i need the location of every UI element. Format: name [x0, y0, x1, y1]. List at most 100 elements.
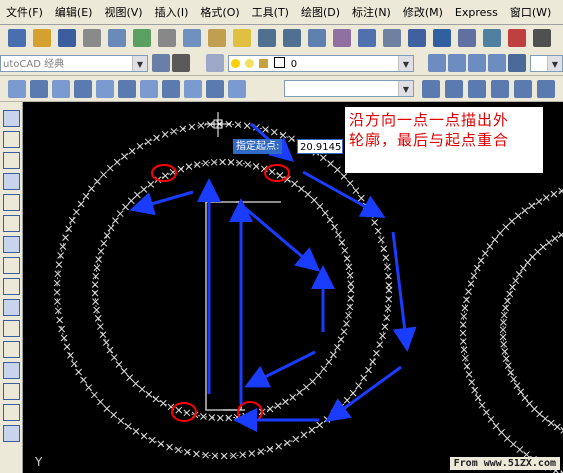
region-icon[interactable] [3, 404, 20, 421]
toolpalettes-icon[interactable] [458, 29, 476, 47]
menu-item[interactable]: 插入(I) [149, 4, 195, 20]
undo-icon[interactable] [258, 29, 276, 47]
layer-previous-icon[interactable] [448, 54, 466, 72]
workspace-toolbar: utoCAD 经典 ▼ 0 ▼ ▼ [0, 52, 563, 76]
layer-combo[interactable]: 0 ▼ [228, 55, 414, 72]
menu-item[interactable]: 工具(T) [246, 4, 295, 20]
menu-item[interactable]: Express [449, 6, 504, 19]
point-markers [151, 164, 290, 423]
view-3d-icon[interactable] [118, 80, 136, 98]
workspace-combo[interactable]: utoCAD 经典 ▼ [0, 55, 148, 72]
zoom-window-icon[interactable] [358, 29, 376, 47]
polygon-icon[interactable] [3, 173, 20, 190]
paste-icon[interactable] [208, 29, 226, 47]
line-icon[interactable] [3, 110, 20, 127]
chevron-down-icon[interactable]: ▼ [398, 81, 413, 96]
render-toolbar: ▼ [0, 76, 563, 102]
render-icon[interactable] [445, 80, 463, 98]
menu-item[interactable]: 窗口(W) [504, 4, 557, 20]
menu-item[interactable]: 绘图(D) [295, 4, 346, 20]
menu-item[interactable]: 视图(V) [98, 4, 148, 20]
view-3d-icon[interactable] [228, 80, 246, 98]
view-3d-icon[interactable] [96, 80, 114, 98]
cut-icon[interactable] [158, 29, 176, 47]
properties-icon[interactable] [408, 29, 426, 47]
menu-item[interactable]: 标注(N) [346, 4, 397, 20]
style-combo[interactable]: ▼ [530, 55, 563, 72]
zoom-realtime-icon[interactable] [333, 29, 351, 47]
markup-icon[interactable] [508, 29, 526, 47]
instruction-note: 沿方向一点一点描出外 轮廓，最后与起点重合 [345, 107, 543, 173]
lightbulb-icon [231, 59, 240, 68]
arrow-segment [244, 206, 321, 272]
point-icon[interactable] [3, 362, 20, 379]
drawing-canvas[interactable]: 沿方向一点一点描出外 轮廓，最后与起点重合 指定起点: 20.9145 Y [23, 102, 563, 473]
layer-isolate-icon[interactable] [488, 54, 506, 72]
ucs-y-axis-label: Y [35, 455, 43, 469]
sheetset-icon[interactable] [483, 29, 501, 47]
lock-icon [259, 59, 269, 68]
view-3d-icon[interactable] [74, 80, 92, 98]
menu-item[interactable]: 帮助 [557, 4, 563, 20]
new-icon[interactable] [8, 29, 26, 47]
note-line-2: 轮廓，最后与起点重合 [349, 131, 510, 149]
view-3d-icon[interactable] [140, 80, 158, 98]
make-layer-current-icon[interactable] [428, 54, 446, 72]
watermark: From www.51ZX.com [449, 457, 560, 470]
circle-icon[interactable] [3, 236, 20, 253]
construction-line-icon[interactable] [3, 131, 20, 148]
menu-item[interactable]: 文件(F) [0, 4, 49, 20]
layer-manager-icon[interactable] [172, 54, 190, 72]
menu-item[interactable]: 编辑(E) [49, 4, 99, 20]
zoom-previous-icon[interactable] [383, 29, 401, 47]
render-icon[interactable] [468, 80, 486, 98]
view-3d-icon[interactable] [8, 80, 26, 98]
arc-icon[interactable] [3, 215, 20, 232]
view-3d-icon[interactable] [206, 80, 224, 98]
hatch-icon[interactable] [3, 383, 20, 400]
insert-block-icon[interactable] [3, 320, 20, 337]
pan-icon[interactable] [308, 29, 326, 47]
make-block-icon[interactable] [3, 341, 20, 358]
menu-item[interactable]: 修改(M) [397, 4, 449, 20]
visual-style-combo[interactable]: ▼ [284, 80, 414, 97]
spline-icon[interactable] [3, 278, 20, 295]
chevron-down-icon[interactable]: ▼ [132, 56, 147, 71]
render-icon[interactable] [514, 80, 532, 98]
revcloud-icon[interactable] [3, 257, 20, 274]
calculator-icon[interactable] [533, 29, 551, 47]
render-icon[interactable] [491, 80, 509, 98]
rectangle-icon[interactable] [3, 194, 20, 211]
view-3d-icon[interactable] [52, 80, 70, 98]
dynamic-input-label: 指定起点: [233, 139, 283, 154]
view-3d-icon[interactable] [184, 80, 202, 98]
note-line-1: 沿方向一点一点描出外 [349, 111, 510, 129]
publish-icon[interactable] [133, 29, 151, 47]
preview-icon[interactable] [108, 29, 126, 47]
arrow-segment [325, 365, 402, 423]
view-3d-icon[interactable] [162, 80, 180, 98]
layer-states-icon[interactable] [206, 54, 224, 72]
redo-icon[interactable] [283, 29, 301, 47]
chevron-down-icon[interactable]: ▼ [398, 56, 413, 71]
matchprop-icon[interactable] [233, 29, 251, 47]
sun-icon [245, 59, 255, 68]
chevron-down-icon[interactable]: ▼ [547, 56, 562, 71]
open-icon[interactable] [33, 29, 51, 47]
print-icon[interactable] [83, 29, 101, 47]
designcenter-icon[interactable] [433, 29, 451, 47]
arrow-segment [129, 190, 194, 216]
dynamic-input-value[interactable]: 20.9145 [297, 139, 343, 154]
matchprop-layer-icon[interactable] [508, 54, 526, 72]
polyline-icon[interactable] [3, 152, 20, 169]
render-icon[interactable] [537, 80, 555, 98]
save-icon[interactable] [58, 29, 76, 47]
render-icon[interactable] [422, 80, 440, 98]
copy-icon[interactable] [183, 29, 201, 47]
workspace-settings-icon[interactable] [152, 54, 170, 72]
view-3d-icon[interactable] [30, 80, 48, 98]
layer-walk-icon[interactable] [468, 54, 486, 72]
ellipse-icon[interactable] [3, 299, 20, 316]
menu-item[interactable]: 格式(O) [194, 4, 245, 20]
mtext-icon[interactable] [3, 425, 20, 442]
